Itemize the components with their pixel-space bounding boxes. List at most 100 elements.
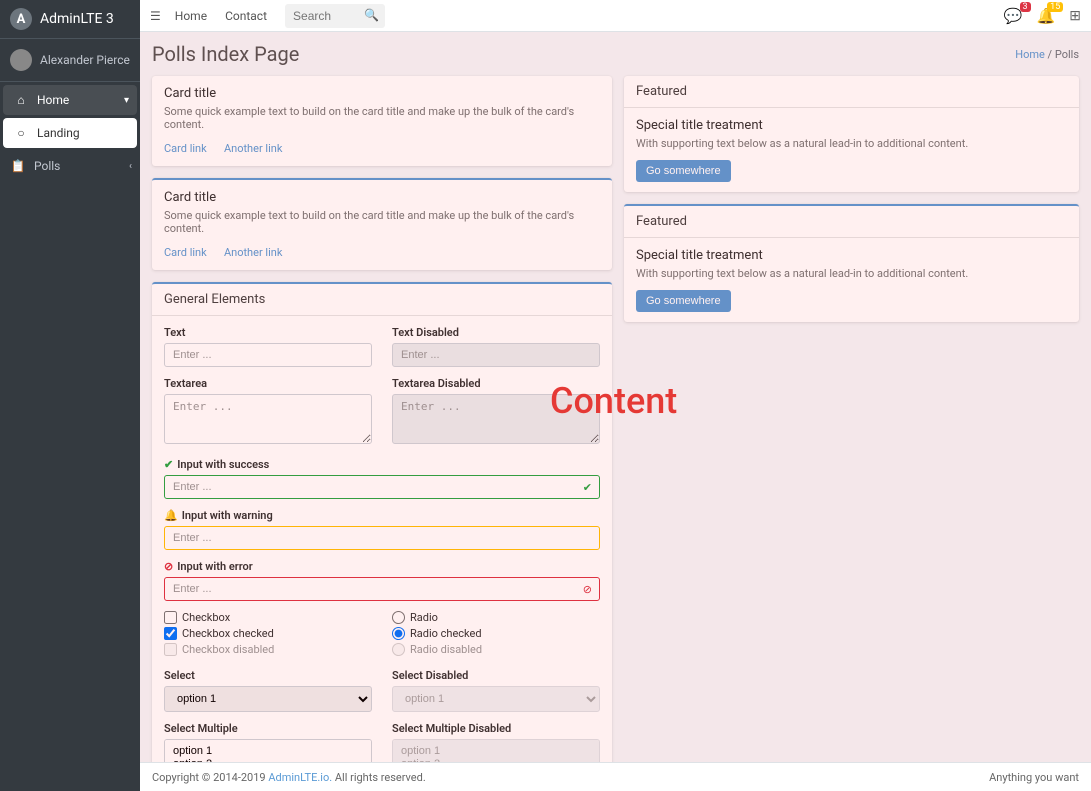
go-somewhere-button[interactable]: Go somewhere [636, 290, 731, 312]
error-icon: ⊘ [583, 583, 592, 596]
card-left-2: Card title Some quick example text to bu… [152, 178, 612, 270]
input-error[interactable] [164, 577, 600, 601]
input-error-label: ⊘Input with error [164, 560, 600, 573]
input-success[interactable] [164, 475, 600, 499]
avatar [10, 49, 32, 71]
text-disabled-label: Text Disabled [392, 326, 600, 339]
checkbox-row[interactable]: Checkbox [164, 611, 372, 624]
form-card-header: General Elements [152, 284, 612, 316]
card-link[interactable]: Another link [224, 246, 282, 259]
select-multiple-label: Select Multiple [164, 722, 372, 735]
user-panel[interactable]: Alexander Pierce [0, 39, 140, 82]
home-icon: ⌂ [13, 93, 29, 107]
radio-checked-row[interactable]: Radio checked [392, 627, 600, 640]
copyright-suffix: All rights reserved. [332, 771, 426, 784]
text-input[interactable] [164, 343, 372, 367]
radio-checked-input[interactable] [392, 627, 405, 640]
error-icon: ⊘ [164, 560, 173, 573]
input-warning[interactable] [164, 526, 600, 550]
sidebar: A AdminLTE 3 Alexander Pierce ⌂ Home ▾ ○… [0, 0, 140, 791]
card-header: Featured [624, 206, 1079, 238]
input-success-label: ✔Input with success [164, 458, 600, 471]
chevron-left-icon: ‹ [129, 161, 132, 172]
sidebar-item-label: Polls [34, 159, 60, 173]
card-text: Some quick example text to build on the … [164, 105, 600, 131]
nav-link-contact[interactable]: Contact [225, 9, 267, 23]
bell-icon: 🔔 [164, 509, 178, 522]
sidebar-item-landing[interactable]: ○ Landing [3, 118, 137, 148]
sidebar-item-label: Landing [37, 126, 80, 140]
card-header: Featured [624, 76, 1079, 108]
check-icon: ✔ [583, 481, 592, 494]
checkbox-disabled-input [164, 643, 177, 656]
card-link[interactable]: Another link [224, 142, 282, 155]
radio-input[interactable] [392, 611, 405, 624]
search-icon[interactable]: 🔍 [364, 8, 379, 22]
page-header: Polls Index Page Home / Polls [152, 42, 1079, 66]
textarea-input[interactable] [164, 394, 372, 444]
card-left-1: Card title Some quick example text to bu… [152, 76, 612, 166]
select-multiple-disabled-label: Select Multiple Disabled [392, 722, 600, 735]
circle-icon: ○ [13, 126, 29, 140]
textarea-disabled-label: Textarea Disabled [392, 377, 600, 390]
radio-row[interactable]: Radio [392, 611, 600, 624]
sidebar-item-home[interactable]: ⌂ Home ▾ [3, 85, 137, 115]
brand[interactable]: A AdminLTE 3 [0, 0, 140, 39]
checkbox-checked-row[interactable]: Checkbox checked [164, 627, 372, 640]
footer: Copyright © 2014-2019 AdminLTE.io. All r… [140, 762, 1091, 791]
main: ☰ Home Contact 🔍 💬3 🔔15 ⊞ Polls Index Pa… [140, 0, 1091, 791]
checkbox-input[interactable] [164, 611, 177, 624]
text-label: Text [164, 326, 372, 339]
radio-disabled-input [392, 643, 405, 656]
select-input[interactable]: option 1option 2option 3option 4option 5 [164, 686, 372, 712]
breadcrumb-home[interactable]: Home [1015, 48, 1045, 61]
card-right-2: Featured Special title treatment With su… [624, 204, 1079, 322]
check-icon: ✔ [164, 458, 173, 471]
radio-disabled-row: Radio disabled [392, 643, 600, 656]
breadcrumb-current: Polls [1055, 48, 1079, 61]
checkbox-disabled-row: Checkbox disabled [164, 643, 372, 656]
select-disabled-label: Select Disabled [392, 669, 600, 682]
brand-logo-icon: A [10, 8, 32, 30]
notifications-badge: 15 [1047, 2, 1063, 12]
card-text: Some quick example text to build on the … [164, 209, 600, 235]
checkbox-checked-input[interactable] [164, 627, 177, 640]
messages-icon[interactable]: 💬3 [1004, 7, 1023, 25]
breadcrumb: Home / Polls [1015, 48, 1079, 61]
sidebar-item-polls[interactable]: 📋 Polls ‹ [0, 151, 140, 181]
input-warning-label: 🔔Input with warning [164, 509, 600, 522]
card-link[interactable]: Card link [164, 246, 207, 259]
notifications-icon[interactable]: 🔔15 [1037, 7, 1056, 25]
textarea-input-disabled [392, 394, 600, 444]
card-title: Card title [164, 86, 600, 101]
card-right-1: Featured Special title treatment With su… [624, 76, 1079, 192]
form-card: General Elements Text Text Disabled [152, 282, 612, 791]
text-input-disabled [392, 343, 600, 367]
user-name: Alexander Pierce [40, 53, 130, 67]
copyright-link[interactable]: AdminLTE.io. [268, 771, 332, 784]
top-nav: ☰ Home Contact 🔍 💬3 🔔15 ⊞ [140, 0, 1091, 32]
card-text: With supporting text below as a natural … [636, 137, 1067, 150]
card-title: Special title treatment [636, 118, 1067, 133]
card-text: With supporting text below as a natural … [636, 267, 1067, 280]
copyright-prefix: Copyright © 2014-2019 [152, 771, 268, 784]
page-title: Polls Index Page [152, 42, 299, 66]
nav-link-home[interactable]: Home [175, 9, 207, 23]
go-somewhere-button[interactable]: Go somewhere [636, 160, 731, 182]
clipboard-icon: 📋 [10, 159, 26, 173]
brand-name: AdminLTE 3 [40, 11, 114, 27]
textarea-label: Textarea [164, 377, 372, 390]
sidebar-item-label: Home [37, 93, 69, 107]
search-wrap: 🔍 [285, 4, 385, 28]
menu-toggle-icon[interactable]: ☰ [150, 9, 161, 23]
footer-right: Anything you want [989, 771, 1079, 784]
content-wrapper: Polls Index Page Home / Polls Card title… [140, 32, 1091, 791]
chevron-down-icon: ▾ [124, 95, 129, 106]
fullscreen-icon[interactable]: ⊞ [1069, 8, 1081, 24]
messages-badge: 3 [1020, 2, 1031, 12]
select-label: Select [164, 669, 372, 682]
select-input-disabled: option 1option 2option 3option 4option 5 [392, 686, 600, 712]
card-title: Card title [164, 190, 600, 205]
card-title: Special title treatment [636, 248, 1067, 263]
card-link[interactable]: Card link [164, 142, 207, 155]
